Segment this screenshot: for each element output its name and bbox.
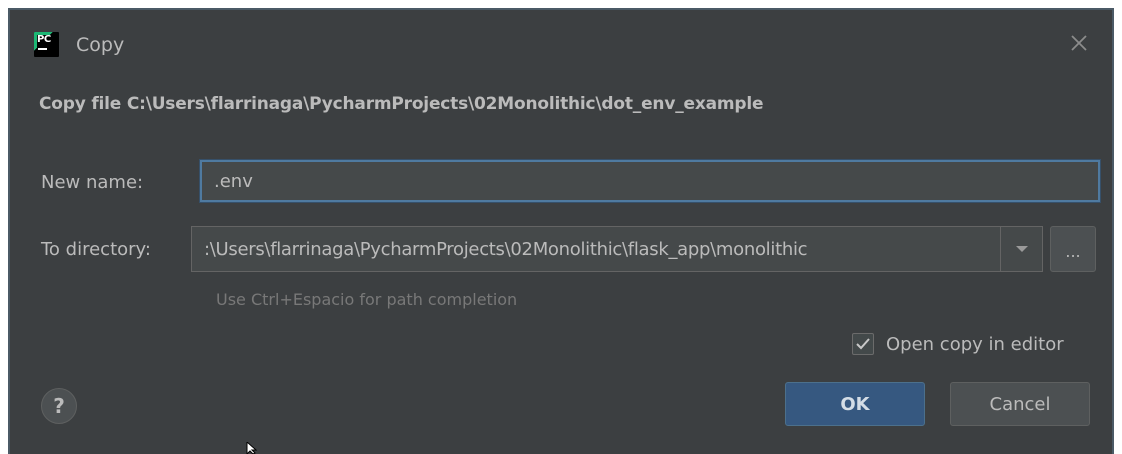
copy-dialog: PC Copy Copy file C:\Users\flarrinaga\Py… (8, 8, 1114, 454)
checkmark-icon (856, 338, 870, 350)
open-copy-label: Open copy in editor (886, 333, 1064, 355)
new-name-label: New name: (41, 172, 144, 193)
open-copy-checkbox[interactable] (852, 333, 874, 355)
chevron-down-icon (1015, 246, 1028, 252)
browse-button[interactable]: ... (1050, 226, 1096, 272)
ok-button[interactable]: OK (785, 382, 925, 426)
to-directory-combobox[interactable]: :\Users\flarrinaga\PycharmProjects\02Mon… (191, 226, 1043, 272)
help-button[interactable]: ? (41, 388, 77, 424)
cancel-button[interactable]: Cancel (950, 382, 1090, 426)
to-directory-value[interactable]: :\Users\flarrinaga\PycharmProjects\02Mon… (192, 239, 1000, 260)
open-copy-in-editor-option[interactable]: Open copy in editor (852, 330, 1064, 358)
to-directory-label: To directory: (41, 239, 151, 260)
directory-history-dropdown[interactable] (1000, 227, 1042, 271)
window-title: Copy (76, 34, 125, 56)
new-name-input[interactable] (200, 160, 1100, 202)
title-bar: PC Copy (10, 10, 1112, 72)
mouse-pointer-icon (246, 442, 258, 454)
close-icon (1071, 35, 1087, 51)
path-completion-hint: Use Ctrl+Espacio for path completion (216, 290, 518, 309)
app-icon-text: PC (37, 34, 51, 45)
pycharm-logo-icon: PC (34, 32, 59, 57)
close-button[interactable] (1066, 30, 1092, 56)
copy-file-header: Copy file C:\Users\flarrinaga\PycharmPro… (39, 94, 764, 114)
